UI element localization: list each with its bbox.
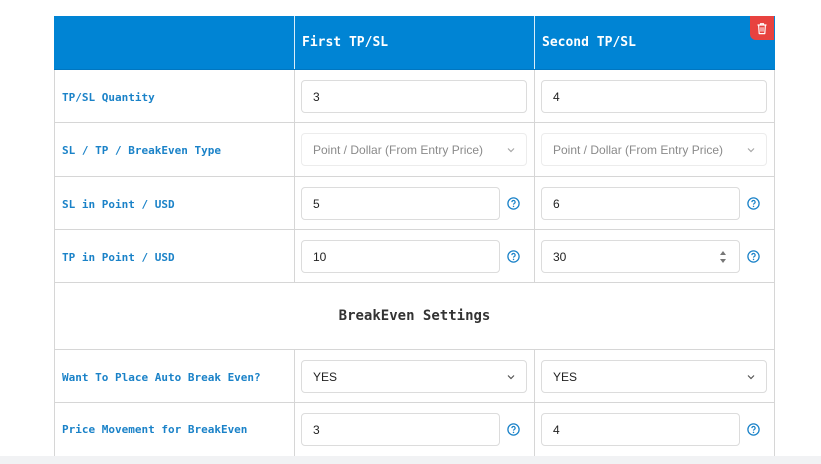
select-value: Point / Dollar (From Entry Price) [553,143,724,157]
section-cell: BreakEven Settings [54,283,775,349]
second-type-select[interactable]: Point / Dollar (From Entry Price) [541,133,767,166]
table-row: Want To Place Auto Break Even? YES YES [54,350,775,403]
second-auto-breakeven-select[interactable]: YES [541,360,767,393]
chevron-down-icon [507,148,515,153]
row-label: SL in Point / USD [62,198,175,211]
row-label: SL / TP / BreakEven Type [62,144,221,157]
row-label-cell: SL in Point / USD [54,177,295,229]
header-cell-second: Second TP/SL [535,16,775,69]
first-cell: Point / Dollar (From Entry Price) [295,123,535,176]
delete-column-button[interactable] [750,16,774,40]
first-cell: 3 [295,70,535,122]
second-cell: Point / Dollar (From Entry Price) [535,123,775,176]
row-label: Want To Place Auto Break Even? [62,371,261,384]
first-type-select[interactable]: Point / Dollar (From Entry Price) [301,133,527,166]
input-value: 6 [553,197,560,211]
first-quantity-input[interactable]: 3 [301,80,527,113]
row-label-cell: Want To Place Auto Break Even? [54,350,295,402]
table-header: First TP/SL Second TP/SL [54,16,775,70]
first-cell: YES [295,350,535,402]
first-sl-input[interactable]: 5 [301,187,500,220]
input-value: 3 [313,90,320,104]
row-label: TP/SL Quantity [62,91,155,104]
input-value: 4 [553,423,560,437]
second-cell: 4 [535,403,775,456]
first-cell: 10 [295,230,535,282]
header-first-tpsl: First TP/SL [302,35,389,50]
table-row: TP/SL Quantity 3 4 [54,70,775,123]
table-row: TP in Point / USD 10 30 [54,230,775,283]
input-value: 3 [313,423,320,437]
first-cell: 3 [295,403,535,456]
chevron-down-icon [747,375,755,380]
header-second-tpsl: Second TP/SL [542,35,636,50]
row-label: TP in Point / USD [62,251,175,264]
second-cell: 6 [535,177,775,229]
second-tp-input[interactable]: 30 [541,240,740,273]
row-label-cell: Price Movement for BreakEven [54,403,295,456]
chevron-down-icon [507,375,515,380]
first-auto-breakeven-select[interactable]: YES [301,360,527,393]
trash-icon [757,22,767,34]
first-tp-input[interactable]: 10 [301,240,500,273]
second-price-movement-input[interactable]: 4 [541,413,740,446]
spin-arrows-icon[interactable] [719,250,727,264]
row-label-cell: SL / TP / BreakEven Type [54,123,295,176]
row-label-cell: TP/SL Quantity [54,70,295,122]
input-value: 5 [313,197,320,211]
row-label-cell: TP in Point / USD [54,230,295,282]
table-row: SL in Point / USD 5 6 [54,177,775,230]
question-circle-icon[interactable] [747,423,760,436]
select-value: Point / Dollar (From Entry Price) [313,143,484,157]
header-cell-empty [54,16,295,69]
first-cell: 5 [295,177,535,229]
second-quantity-input[interactable]: 4 [541,80,767,113]
section-title: BreakEven Settings [338,308,491,324]
page-footer-strip [0,456,821,464]
chevron-down-icon [747,148,755,153]
question-circle-icon[interactable] [507,250,520,263]
question-circle-icon[interactable] [507,197,520,210]
second-cell: 30 [535,230,775,282]
section-row: BreakEven Settings [54,283,775,350]
question-circle-icon[interactable] [747,197,760,210]
row-label: Price Movement for BreakEven [62,423,248,436]
input-value: 10 [313,250,327,264]
second-sl-input[interactable]: 6 [541,187,740,220]
input-value: 4 [553,90,560,104]
question-circle-icon[interactable] [507,423,520,436]
input-value: 30 [553,250,567,264]
select-value: YES [553,370,578,384]
table-row: Price Movement for BreakEven 3 4 [54,403,775,456]
header-cell-first: First TP/SL [295,16,535,69]
table-row: SL / TP / BreakEven Type Point / Dollar … [54,123,775,177]
second-cell: 4 [535,70,775,122]
first-price-movement-input[interactable]: 3 [301,413,500,446]
second-cell: YES [535,350,775,402]
question-circle-icon[interactable] [747,250,760,263]
select-value: YES [313,370,338,384]
